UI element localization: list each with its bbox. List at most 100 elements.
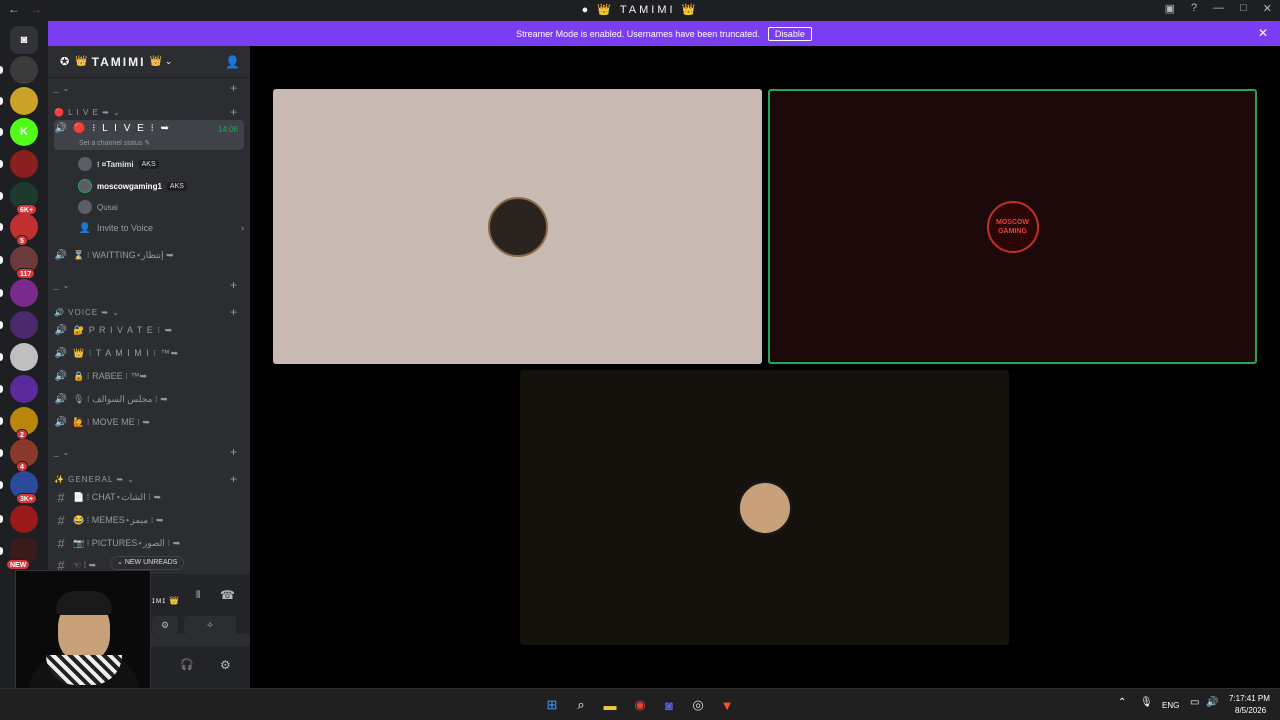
- language-indicator[interactable]: ENG: [1162, 701, 1179, 710]
- moscow-logo-text: MOSCOW GAMING: [995, 218, 1030, 235]
- unread-pill: [0, 515, 3, 523]
- server-icon-server-2[interactable]: [10, 87, 38, 115]
- voice-channel[interactable]: 🔊 🔐 P R I V A T E ⁝ ➥: [54, 320, 244, 340]
- tile-qusai[interactable]: [520, 370, 1009, 645]
- start-icon[interactable]: ⊞: [543, 697, 561, 713]
- chevron-down-icon: ⌄: [164, 56, 173, 66]
- voice-channel[interactable]: 🔊 👑 ⁝ T A M I M I ⁝ ™➥: [54, 343, 244, 363]
- microphone-icon[interactable]: 🎙: [1140, 697, 1153, 708]
- voice-channel[interactable]: 🔊 🎙 ⁝ مجلس السوالف ⁝ ➥: [54, 389, 244, 409]
- server-icon-server-9[interactable]: [10, 343, 38, 371]
- server-icon-server-10[interactable]: [10, 375, 38, 403]
- speaker-icon: 🔊: [54, 416, 68, 428]
- category-general[interactable]: ✨ GENERAL ➥ ⌄ +: [54, 469, 244, 489]
- add-member-icon[interactable]: 👤: [225, 55, 240, 69]
- category-spacer[interactable]: _ ⌄ +: [54, 275, 244, 295]
- unread-pill: [0, 256, 3, 264]
- invite-to-voice[interactable]: 👤 Invite to Voice ›: [78, 218, 244, 238]
- add-channel-icon[interactable]: +: [230, 472, 238, 486]
- discord-icon[interactable]: ◙: [660, 697, 678, 713]
- crown-icon: 👑: [681, 4, 699, 16]
- minimize-button[interactable]: —: [1213, 2, 1224, 15]
- channel-name: 😂 ⁞ MEMES⋆ميمز ⁝ ➥: [73, 514, 164, 525]
- volume-icon[interactable]: 🔊: [1206, 697, 1218, 708]
- chrome-icon[interactable]: ◉: [631, 697, 649, 713]
- member-name: moscowgaming1: [97, 181, 162, 191]
- server-icon-server-8[interactable]: [10, 311, 38, 339]
- headphones-icon[interactable]: 🎧: [180, 658, 194, 671]
- add-channel-icon[interactable]: +: [230, 81, 238, 95]
- voice-panel-name: ɪᴍɪ 👑: [152, 596, 181, 605]
- brave-icon[interactable]: ▼: [718, 697, 736, 713]
- server-header[interactable]: ✪ 👑 TAMIMI 👑 ⌄ 👤: [48, 46, 250, 78]
- server-icon-server-7[interactable]: [10, 279, 38, 307]
- category-spacer[interactable]: _ ⌄ +: [54, 78, 244, 98]
- camera-button[interactable]: ⚙: [152, 616, 178, 634]
- text-channel[interactable]: # 📷 ⁞ PICTURES⋆الصور ⁝ ➥: [54, 533, 244, 553]
- channel-status[interactable]: Set a channel status ✎: [79, 139, 150, 147]
- channel-name: 🎙 ⁝ مجلس السوالف ⁝ ➥: [73, 393, 168, 404]
- chevron-right-icon: ›: [241, 223, 244, 233]
- speaker-icon: 🔊: [54, 370, 68, 382]
- voice-channel[interactable]: 🔊 🙋 ⁝ MOVE ME ⁝ ➥: [54, 412, 244, 432]
- add-channel-icon[interactable]: +: [230, 278, 238, 292]
- close-window-button[interactable]: ✕: [1263, 2, 1272, 15]
- file-explorer-icon[interactable]: ▬: [601, 697, 619, 713]
- voice-member[interactable]: moscowgaming1 AKS: [78, 177, 187, 195]
- avatar: [78, 179, 92, 193]
- disconnect-icon[interactable]: ☎: [220, 588, 235, 602]
- voice-member[interactable]: ⁝ ¤Tamimi AKS: [78, 155, 159, 173]
- maximize-button[interactable]: □: [1240, 2, 1247, 15]
- category-live[interactable]: 🔴 L I V E ➥ ⌄ +: [54, 102, 244, 122]
- channel-name: ⌛ ⁝ WAITTING⋆إنتظار ➥: [73, 249, 174, 260]
- voice-channel-waiting[interactable]: 🔊 ⌛ ⁝ WAITTING⋆إنتظار ➥: [54, 245, 244, 265]
- inbox-icon[interactable]: ▣: [1165, 2, 1175, 15]
- add-channel-icon[interactable]: +: [230, 305, 238, 319]
- category-label: _ ⌄: [54, 280, 71, 290]
- network-icon[interactable]: ▭: [1190, 697, 1199, 708]
- streamer-mode-banner: Streamer Mode is enabled. Usernames have…: [48, 21, 1280, 46]
- server-icon-server-1[interactable]: [10, 56, 38, 84]
- member-name: Qusai: [97, 202, 118, 212]
- tile-moscowgaming[interactable]: MOSCOW GAMING: [768, 89, 1257, 364]
- clock-time[interactable]: 7:17:41 PM: [1229, 694, 1270, 703]
- voice-channel[interactable]: 🔊 🔒 ⁝ RABEE ⁝ ™➥: [54, 366, 244, 386]
- crown-icon: 👑: [597, 4, 615, 16]
- new-unreads-pill[interactable]: ⌄ NEW UNREADS: [110, 556, 185, 570]
- text-channel[interactable]: # 📄 ⁞ CHAT⋆الشات ⁝ ➥: [54, 487, 244, 507]
- hash-icon: #: [57, 489, 65, 505]
- close-icon[interactable]: ✕: [1258, 26, 1268, 40]
- server-icon-server-kick[interactable]: K: [10, 118, 38, 146]
- search-icon[interactable]: ⌕: [572, 697, 590, 713]
- obs-icon[interactable]: ◎: [689, 697, 707, 713]
- avatar: [78, 157, 92, 171]
- channel-name: ☜ ⁞ ➥: [73, 559, 97, 570]
- channel-name: 👑 ⁝ T A M I M I ⁝ ™➥: [73, 347, 180, 358]
- tile-tamimi[interactable]: [273, 89, 762, 364]
- text-channel[interactable]: # 😂 ⁞ MEMES⋆ميمز ⁝ ➥: [54, 510, 244, 530]
- crown-icon: 👑: [149, 56, 162, 67]
- category-voice[interactable]: 🔊 VOICE ➥ ⌄ +: [54, 302, 244, 322]
- server-icon-server-14[interactable]: [10, 505, 38, 533]
- help-icon[interactable]: ?: [1191, 2, 1197, 15]
- disable-streamer-button[interactable]: Disable: [767, 26, 812, 41]
- gear-icon[interactable]: ⚙: [220, 658, 231, 672]
- category-spacer[interactable]: _ ⌄ +: [54, 442, 244, 462]
- chevron-up-icon[interactable]: ⌃: [1118, 697, 1126, 708]
- activities-button[interactable]: ✧: [184, 616, 236, 634]
- banner-text: Streamer Mode is enabled. Usernames have…: [516, 28, 760, 39]
- member-tag: AKS: [138, 159, 159, 169]
- unread-pill: [0, 289, 3, 297]
- clock-date[interactable]: 8/5/2026: [1235, 706, 1266, 715]
- boost-icon: ✪: [60, 56, 70, 68]
- server-icon-server-3[interactable]: [10, 150, 38, 178]
- voice-channel-live[interactable]: 🔊 🔴 ⁝ L I V E ⁝ ➥ 14:06 Set a channel st…: [54, 120, 244, 150]
- noise-suppression-icon[interactable]: ⫴: [196, 590, 200, 601]
- voice-stage: MOSCOW GAMING: [250, 46, 1280, 688]
- unread-pill: [0, 417, 3, 425]
- add-channel-icon[interactable]: +: [230, 445, 238, 459]
- voice-member[interactable]: Qusai: [78, 198, 118, 216]
- add-channel-icon[interactable]: +: [230, 105, 238, 119]
- server-icon-discord-home[interactable]: ◙: [10, 26, 38, 54]
- channel-name: 🔴 ⁝ L I V E ⁝ ➥: [73, 123, 171, 134]
